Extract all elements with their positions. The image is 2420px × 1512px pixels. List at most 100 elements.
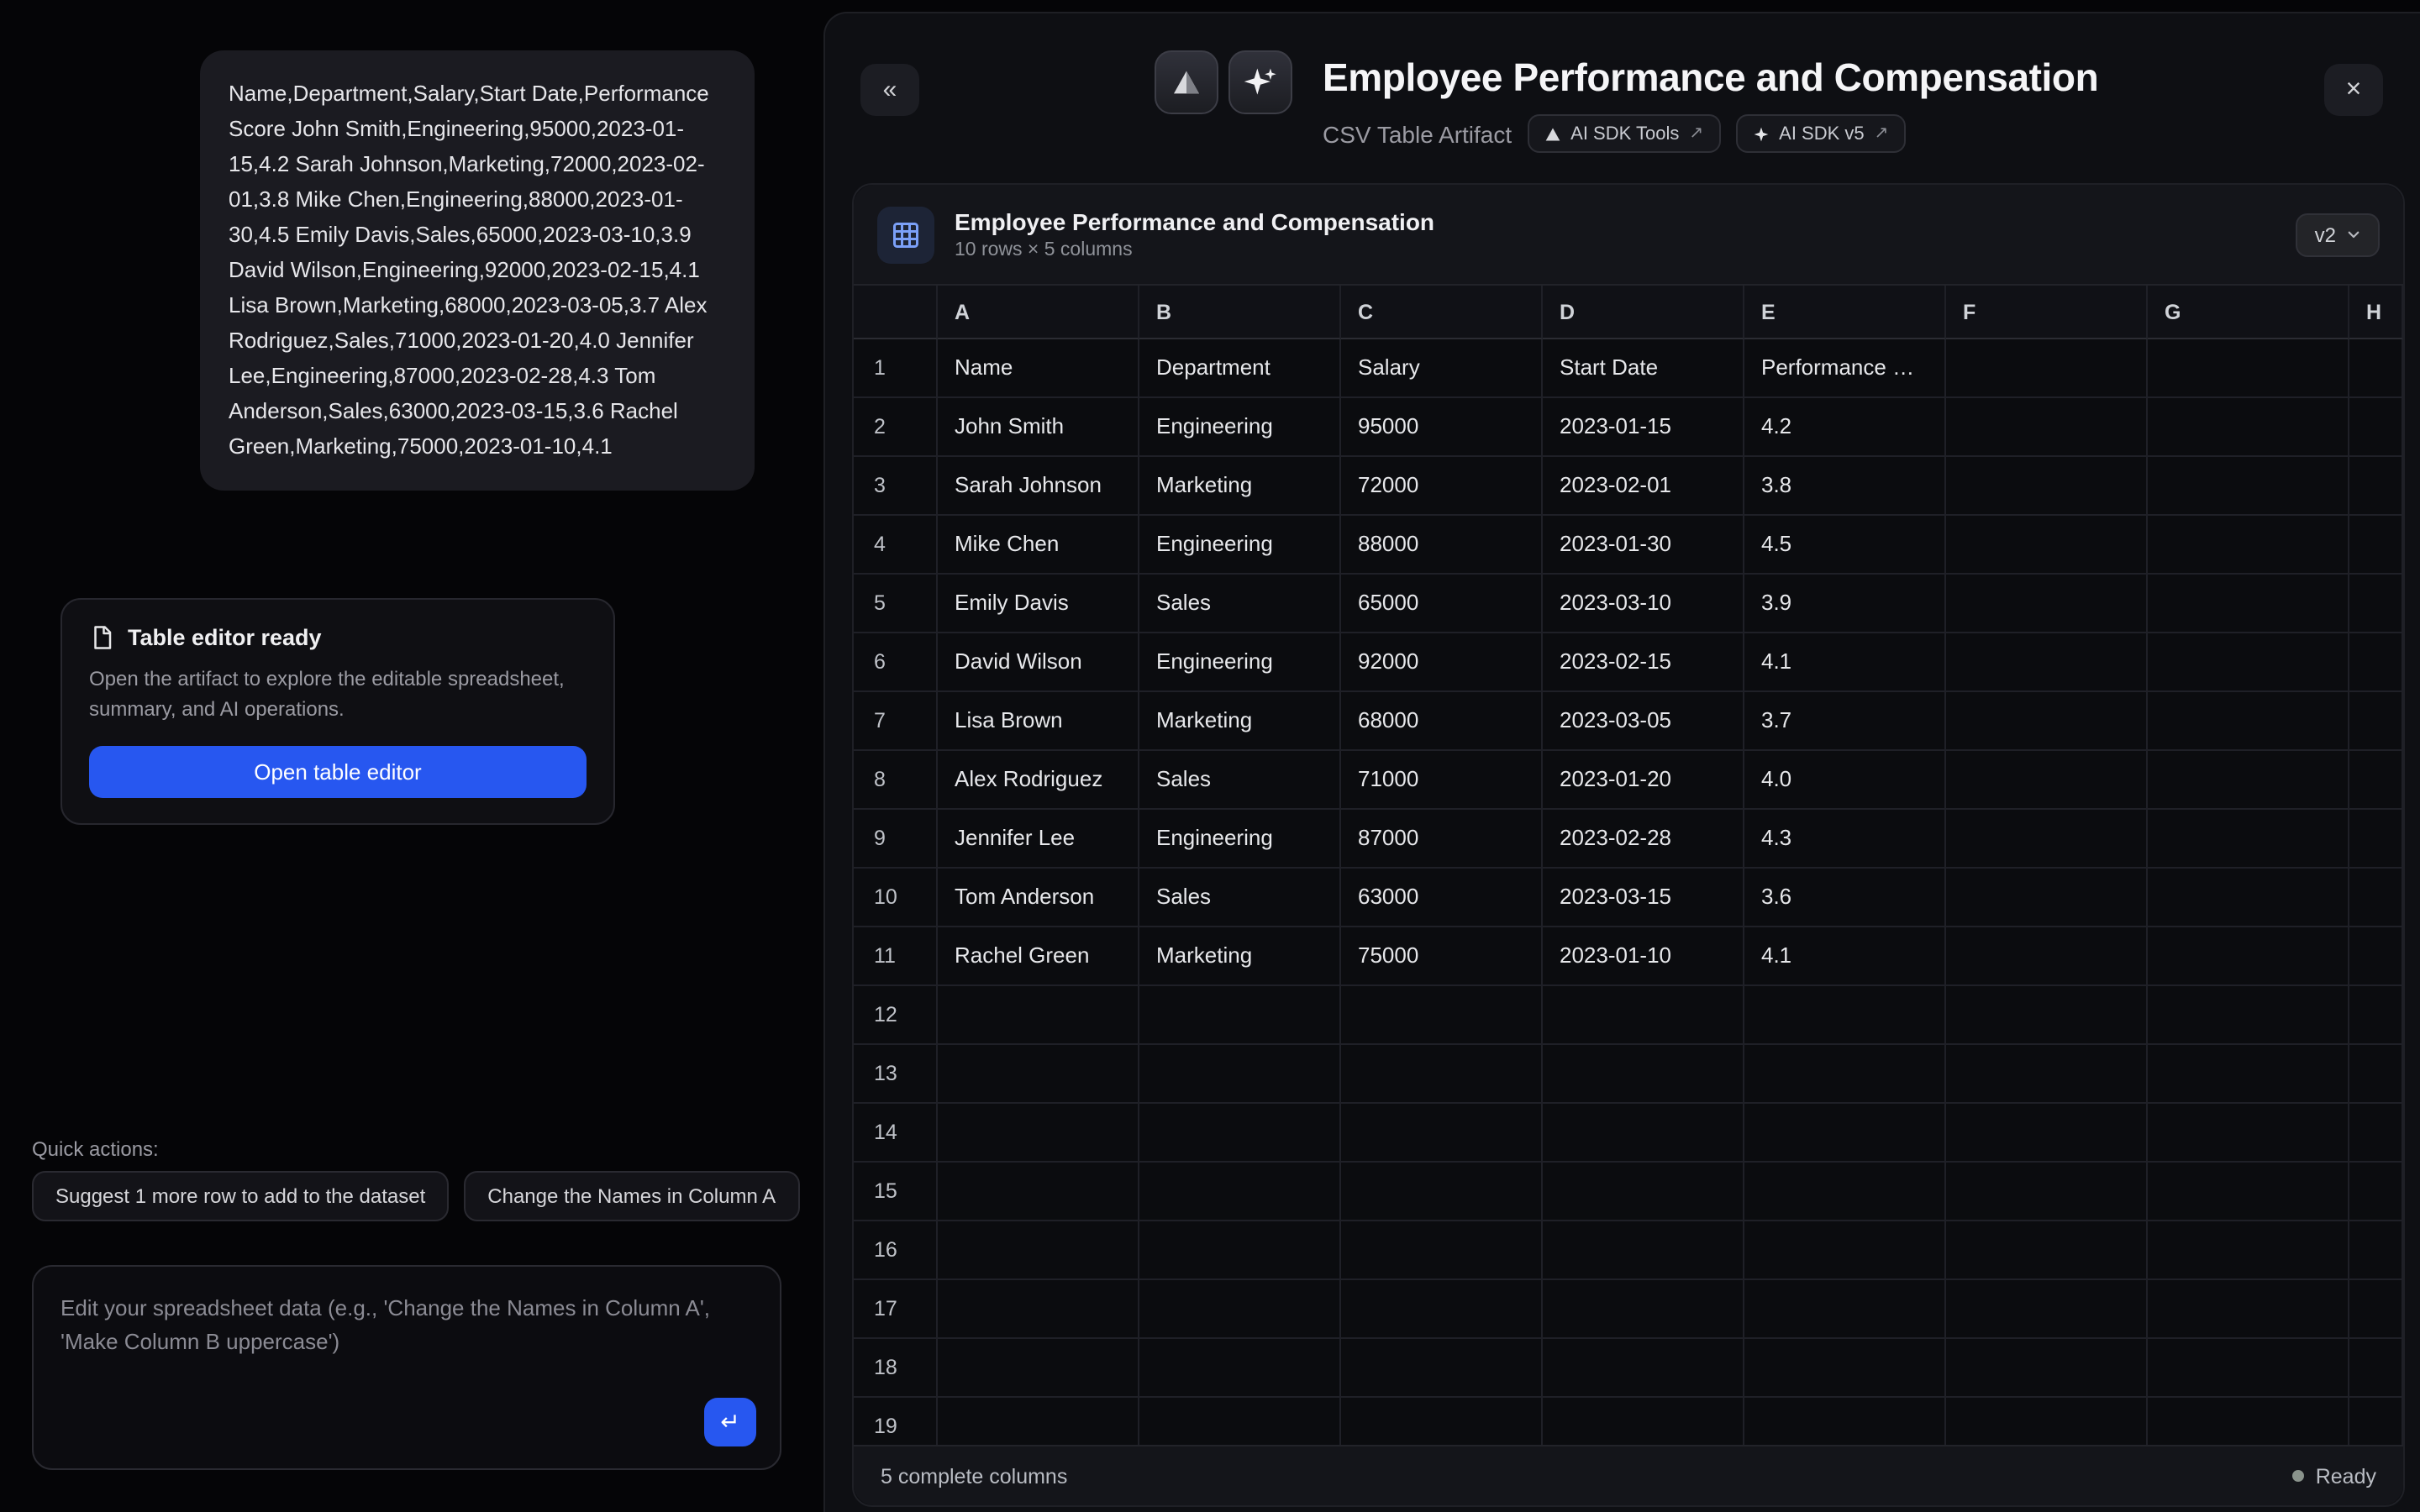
cell-A6[interactable]: David Wilson — [938, 633, 1139, 692]
cell-D4[interactable]: 2023-01-30 — [1543, 516, 1744, 575]
cell-H10[interactable] — [2349, 869, 2403, 927]
cell-F3[interactable] — [1946, 457, 2148, 516]
cell-E14[interactable] — [1744, 1104, 1946, 1163]
cell-B13[interactable] — [1139, 1045, 1341, 1104]
cell-H16[interactable] — [2349, 1221, 2403, 1280]
cell-D1[interactable]: Start Date — [1543, 339, 1744, 398]
quick-action-button-1[interactable]: Suggest 1 more row to add to the dataset — [32, 1171, 449, 1221]
cell-A18[interactable] — [938, 1339, 1139, 1398]
row-number-7[interactable]: 7 — [854, 692, 938, 751]
composer-input[interactable] — [34, 1267, 780, 1468]
cell-B10[interactable]: Sales — [1139, 869, 1341, 927]
cell-G9[interactable] — [2148, 810, 2349, 869]
cell-A19[interactable] — [938, 1398, 1139, 1448]
cell-D5[interactable]: 2023-03-10 — [1543, 575, 1744, 633]
cell-H9[interactable] — [2349, 810, 2403, 869]
cell-H2[interactable] — [2349, 398, 2403, 457]
cell-C1[interactable]: Salary — [1341, 339, 1543, 398]
cell-D13[interactable] — [1543, 1045, 1744, 1104]
cell-D10[interactable]: 2023-03-15 — [1543, 869, 1744, 927]
row-number-17[interactable]: 17 — [854, 1280, 938, 1339]
row-number-3[interactable]: 3 — [854, 457, 938, 516]
cell-C16[interactable] — [1341, 1221, 1543, 1280]
column-header-H[interactable]: H — [2349, 286, 2403, 339]
cell-B5[interactable]: Sales — [1139, 575, 1341, 633]
cell-D18[interactable] — [1543, 1339, 1744, 1398]
cell-A17[interactable] — [938, 1280, 1139, 1339]
cell-H17[interactable] — [2349, 1280, 2403, 1339]
cell-A15[interactable] — [938, 1163, 1139, 1221]
cell-G12[interactable] — [2148, 986, 2349, 1045]
cell-G3[interactable] — [2148, 457, 2349, 516]
badge-ai-sdk-v5[interactable]: AI SDK v5 ↗ — [1735, 114, 1905, 153]
cell-C8[interactable]: 71000 — [1341, 751, 1543, 810]
cell-C18[interactable] — [1341, 1339, 1543, 1398]
cell-B14[interactable] — [1139, 1104, 1341, 1163]
cell-H8[interactable] — [2349, 751, 2403, 810]
cell-B7[interactable]: Marketing — [1139, 692, 1341, 751]
cell-G14[interactable] — [2148, 1104, 2349, 1163]
cell-A3[interactable]: Sarah Johnson — [938, 457, 1139, 516]
row-number-10[interactable]: 10 — [854, 869, 938, 927]
cell-C14[interactable] — [1341, 1104, 1543, 1163]
cell-G17[interactable] — [2148, 1280, 2349, 1339]
cell-G13[interactable] — [2148, 1045, 2349, 1104]
cell-B12[interactable] — [1139, 986, 1341, 1045]
cell-E3[interactable]: 3.8 — [1744, 457, 1946, 516]
cell-D17[interactable] — [1543, 1280, 1744, 1339]
cell-G11[interactable] — [2148, 927, 2349, 986]
cell-F18[interactable] — [1946, 1339, 2148, 1398]
cell-G19[interactable] — [2148, 1398, 2349, 1448]
column-header-E[interactable]: E — [1744, 286, 1946, 339]
cell-C13[interactable] — [1341, 1045, 1543, 1104]
cell-C5[interactable]: 65000 — [1341, 575, 1543, 633]
row-number-2[interactable]: 2 — [854, 398, 938, 457]
column-header-D[interactable]: D — [1543, 286, 1744, 339]
cell-C10[interactable]: 63000 — [1341, 869, 1543, 927]
cell-D2[interactable]: 2023-01-15 — [1543, 398, 1744, 457]
version-dropdown[interactable]: v2 — [2296, 213, 2380, 256]
cell-F2[interactable] — [1946, 398, 2148, 457]
cell-E4[interactable]: 4.5 — [1744, 516, 1946, 575]
cell-F8[interactable] — [1946, 751, 2148, 810]
cell-F14[interactable] — [1946, 1104, 2148, 1163]
cell-H15[interactable] — [2349, 1163, 2403, 1221]
row-number-5[interactable]: 5 — [854, 575, 938, 633]
send-button[interactable]: ↵ — [704, 1398, 756, 1446]
cell-C11[interactable]: 75000 — [1341, 927, 1543, 986]
cell-C2[interactable]: 95000 — [1341, 398, 1543, 457]
cell-C19[interactable] — [1341, 1398, 1543, 1448]
cell-A1[interactable]: Name — [938, 339, 1139, 398]
cell-H11[interactable] — [2349, 927, 2403, 986]
cell-C9[interactable]: 87000 — [1341, 810, 1543, 869]
row-number-13[interactable]: 13 — [854, 1045, 938, 1104]
column-header-B[interactable]: B — [1139, 286, 1341, 339]
cell-E17[interactable] — [1744, 1280, 1946, 1339]
row-number-4[interactable]: 4 — [854, 516, 938, 575]
row-number-6[interactable]: 6 — [854, 633, 938, 692]
cell-E1[interactable]: Performance Score — [1744, 339, 1946, 398]
row-number-18[interactable]: 18 — [854, 1339, 938, 1398]
cell-B8[interactable]: Sales — [1139, 751, 1341, 810]
cell-F12[interactable] — [1946, 986, 2148, 1045]
cell-A4[interactable]: Mike Chen — [938, 516, 1139, 575]
cell-D3[interactable]: 2023-02-01 — [1543, 457, 1744, 516]
cell-H18[interactable] — [2349, 1339, 2403, 1398]
cell-H14[interactable] — [2349, 1104, 2403, 1163]
cell-H12[interactable] — [2349, 986, 2403, 1045]
cell-D7[interactable]: 2023-03-05 — [1543, 692, 1744, 751]
row-number-8[interactable]: 8 — [854, 751, 938, 810]
cell-E10[interactable]: 3.6 — [1744, 869, 1946, 927]
row-number-12[interactable]: 12 — [854, 986, 938, 1045]
cell-C6[interactable]: 92000 — [1341, 633, 1543, 692]
cell-B4[interactable]: Engineering — [1139, 516, 1341, 575]
quick-action-button-2[interactable]: Change the Names in Column A — [464, 1171, 799, 1221]
cell-A2[interactable]: John Smith — [938, 398, 1139, 457]
cell-G1[interactable] — [2148, 339, 2349, 398]
cell-H5[interactable] — [2349, 575, 2403, 633]
cell-H13[interactable] — [2349, 1045, 2403, 1104]
cell-D14[interactable] — [1543, 1104, 1744, 1163]
cell-A11[interactable]: Rachel Green — [938, 927, 1139, 986]
cell-A14[interactable] — [938, 1104, 1139, 1163]
cell-E7[interactable]: 3.7 — [1744, 692, 1946, 751]
